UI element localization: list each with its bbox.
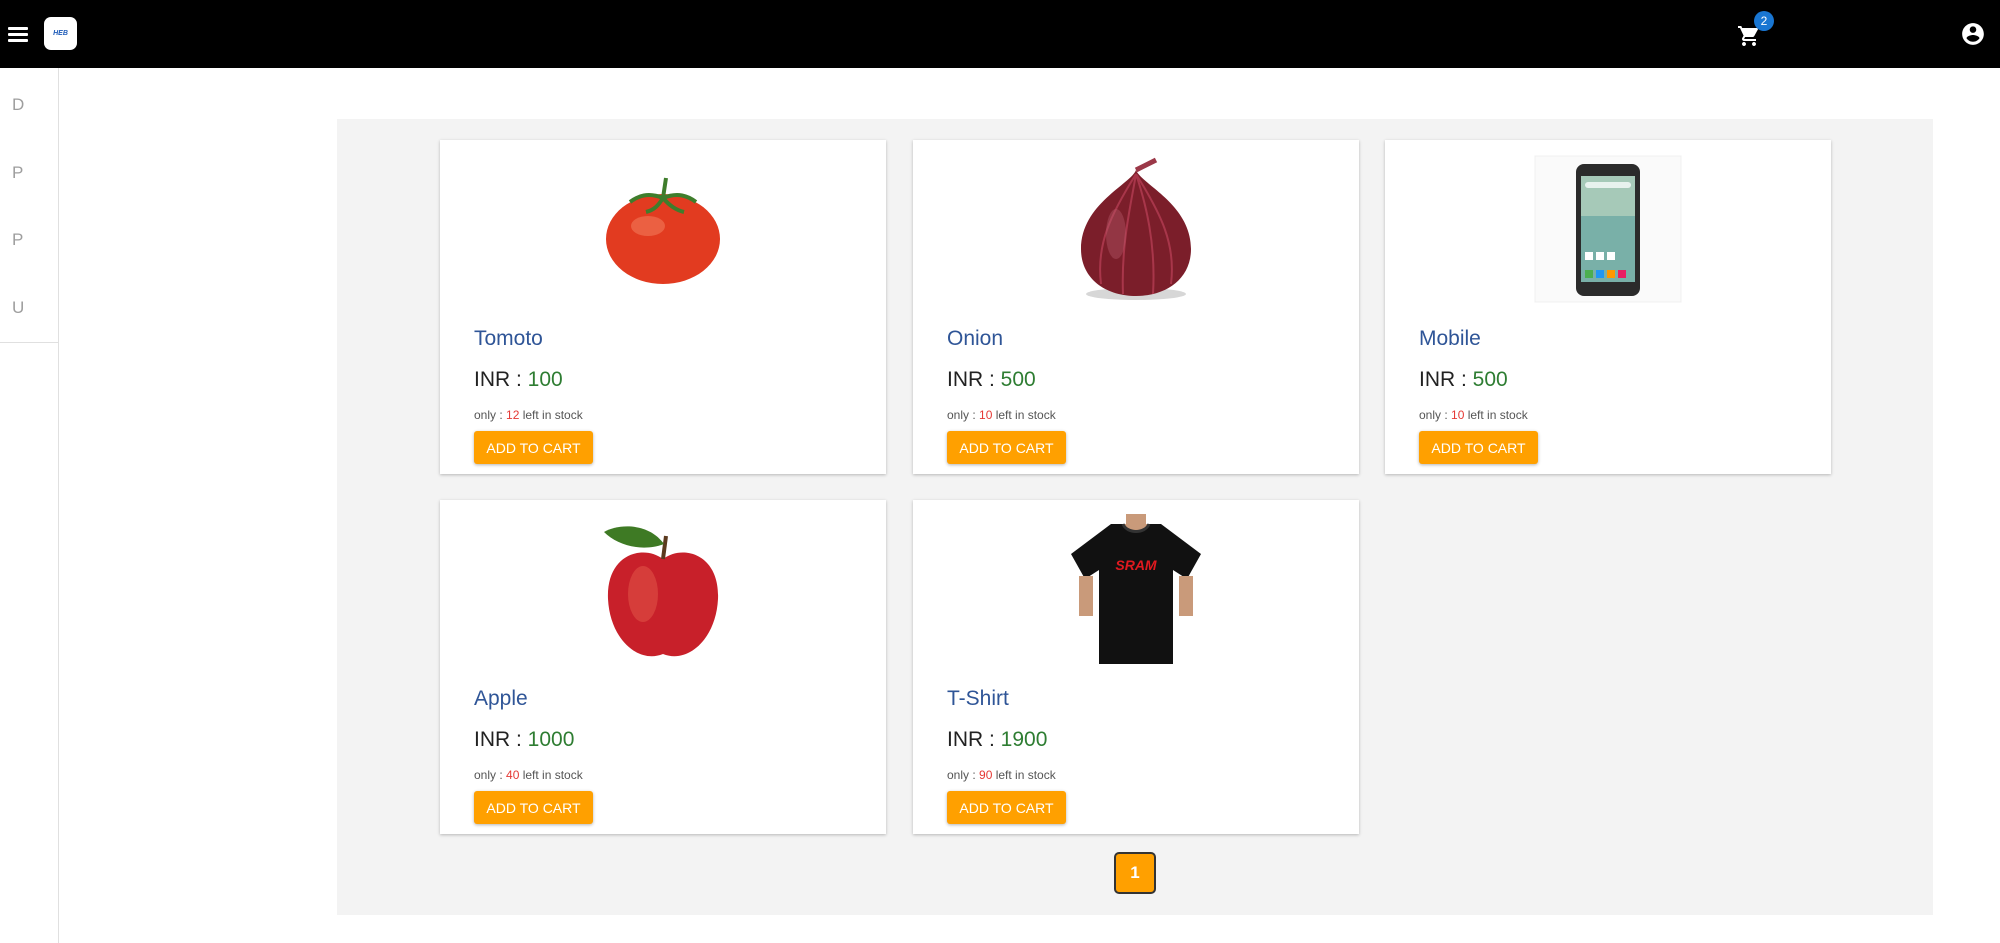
stock-qty: 10 xyxy=(1451,408,1465,422)
product-price: INR : 100 xyxy=(474,368,563,392)
stock-qty: 40 xyxy=(506,768,520,782)
stock-prefix: only : xyxy=(474,408,507,422)
onion-image xyxy=(1081,157,1191,300)
logo-text: HEB xyxy=(53,30,68,37)
product-list-panel: Tomoto INR : 100 only : 12 left in stock… xyxy=(337,119,1933,915)
cart-button[interactable]: 2 xyxy=(1736,11,1774,50)
product-name[interactable]: Apple xyxy=(474,687,528,711)
add-to-cart-button[interactable]: ADD TO CART xyxy=(947,431,1066,464)
product-card-apple: Apple INR : 1000 only : 40 left in stock… xyxy=(440,500,886,834)
stock-suffix: left in stock xyxy=(992,408,1056,422)
price-currency: INR : xyxy=(1419,368,1473,391)
tomato-image xyxy=(606,177,720,284)
price-value: 1900 xyxy=(1000,728,1048,751)
stock-info: only : 40 left in stock xyxy=(474,768,583,782)
stock-qty: 10 xyxy=(979,408,993,422)
price-value: 1000 xyxy=(527,728,575,751)
add-to-cart-button[interactable]: ADD TO CART xyxy=(474,791,593,824)
product-card-onion: Onion INR : 500 only : 10 left in stock … xyxy=(913,140,1359,474)
product-name[interactable]: T-Shirt xyxy=(947,687,1009,711)
price-currency: INR : xyxy=(474,728,528,751)
price-value: 100 xyxy=(527,368,563,391)
price-currency: INR : xyxy=(947,728,1001,751)
sidebar-items: D P P U xyxy=(0,68,58,343)
stock-prefix: only : xyxy=(1419,408,1452,422)
stock-suffix: left in stock xyxy=(519,768,583,782)
stock-info: only : 10 left in stock xyxy=(1419,408,1528,422)
stock-qty: 12 xyxy=(506,408,520,422)
mobile-image xyxy=(1534,155,1682,303)
shirt-print-text: SRAM xyxy=(1115,557,1157,573)
product-name[interactable]: Mobile xyxy=(1419,327,1481,351)
sidebar-item-p1[interactable]: P xyxy=(0,148,58,198)
sidebar: D P P U xyxy=(0,68,59,943)
stock-suffix: left in stock xyxy=(992,768,1056,782)
stock-info: only : 12 left in stock xyxy=(474,408,583,422)
add-to-cart-button[interactable]: ADD TO CART xyxy=(1419,431,1538,464)
product-name[interactable]: Tomoto xyxy=(474,327,543,351)
product-card-mobile: Mobile INR : 500 only : 10 left in stock… xyxy=(1385,140,1831,474)
account-circle-icon xyxy=(1962,23,1984,45)
price-value: 500 xyxy=(1472,368,1508,391)
stock-prefix: only : xyxy=(947,768,980,782)
add-to-cart-button[interactable]: ADD TO CART xyxy=(947,791,1066,824)
sidebar-item-d[interactable]: D xyxy=(0,80,58,130)
menu-icon[interactable] xyxy=(6,22,30,46)
app-bar: HEB 2 xyxy=(0,0,2000,68)
price-currency: INR : xyxy=(947,368,1001,391)
product-price: INR : 500 xyxy=(947,368,1036,392)
apple-image xyxy=(604,526,719,657)
stock-info: only : 10 left in stock xyxy=(947,408,1056,422)
sidebar-item-u[interactable]: U xyxy=(0,283,58,333)
stock-prefix: only : xyxy=(474,768,507,782)
pagination-page-1[interactable]: 1 xyxy=(1114,852,1156,894)
app-logo[interactable]: HEB xyxy=(44,17,77,50)
product-name[interactable]: Onion xyxy=(947,327,1003,351)
price-currency: INR : xyxy=(474,368,528,391)
product-price: INR : 500 xyxy=(1419,368,1508,392)
stock-info: only : 90 left in stock xyxy=(947,768,1056,782)
stock-qty: 90 xyxy=(979,768,993,782)
cart-count-badge: 2 xyxy=(1754,11,1774,31)
stock-suffix: left in stock xyxy=(1464,408,1528,422)
stock-prefix: only : xyxy=(947,408,980,422)
add-to-cart-button[interactable]: ADD TO CART xyxy=(474,431,593,464)
product-price: INR : 1900 xyxy=(947,728,1047,752)
product-card-tshirt: SRAM T-Shirt INR : 1900 only : 90 left i… xyxy=(913,500,1359,834)
product-price: INR : 1000 xyxy=(474,728,574,752)
account-button[interactable] xyxy=(1960,21,1986,47)
price-value: 500 xyxy=(1000,368,1036,391)
stock-suffix: left in stock xyxy=(519,408,583,422)
product-card-tomoto: Tomoto INR : 100 only : 12 left in stock… xyxy=(440,140,886,474)
sidebar-item-p2[interactable]: P xyxy=(0,215,58,265)
tshirt-image: SRAM xyxy=(1071,514,1201,664)
